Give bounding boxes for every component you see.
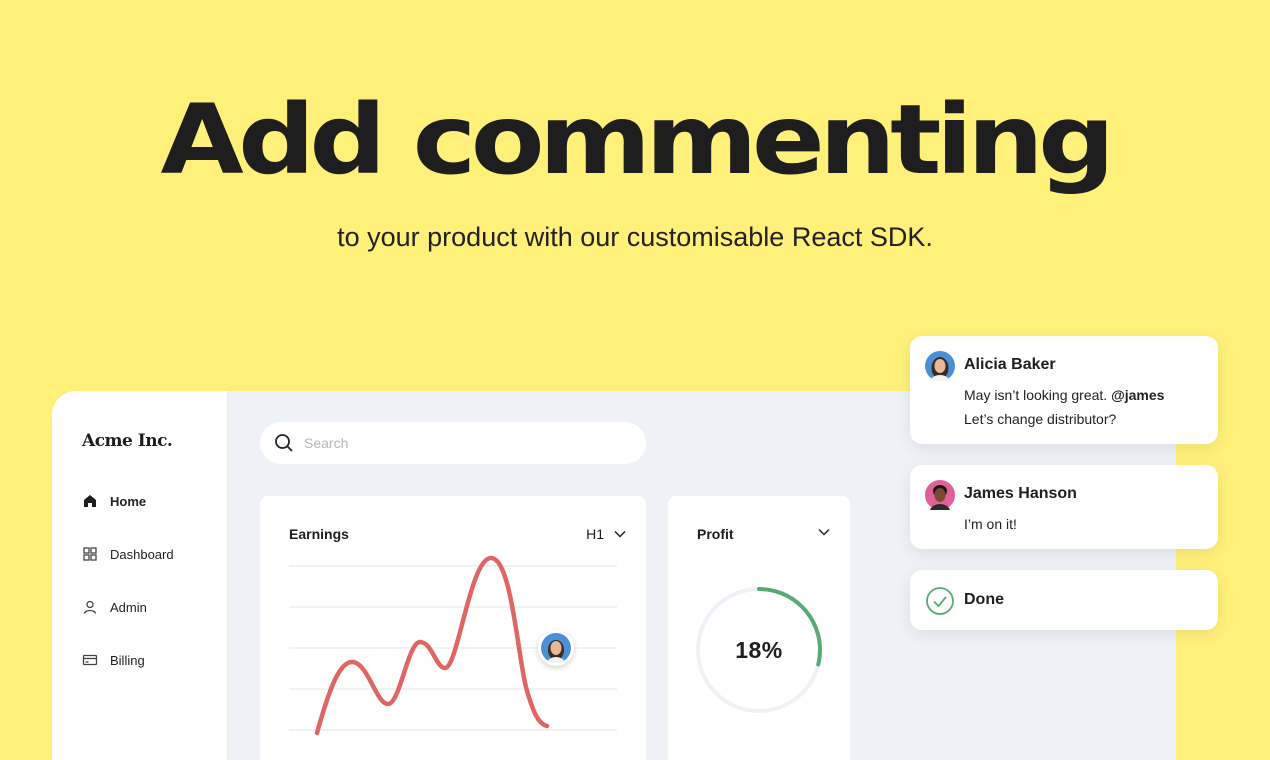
- profit-percent: 18%: [735, 636, 783, 663]
- card-icon: [82, 654, 98, 666]
- search-bar[interactable]: [260, 422, 646, 464]
- comment-text: I’m on it!: [964, 516, 1017, 532]
- sidebar-item-dashboard[interactable]: Dashboard: [82, 546, 174, 562]
- comment-card: James Hanson I’m on it!: [910, 465, 1218, 549]
- sidebar: Acme Inc. Home Dashboard Admin Billing: [52, 391, 228, 760]
- comment-card: Alicia Baker May isn’t looking great. @j…: [910, 336, 1218, 444]
- brand-logo: Acme Inc.: [82, 431, 173, 451]
- sidebar-item-billing[interactable]: Billing: [82, 652, 145, 668]
- home-icon: [84, 495, 96, 507]
- avatar: [925, 480, 955, 510]
- avatar: [541, 633, 571, 663]
- earnings-line: [314, 555, 550, 736]
- comment-text-part: May isn’t looking great.: [964, 387, 1112, 403]
- done-button[interactable]: Done: [910, 570, 1218, 630]
- search-input[interactable]: [304, 435, 604, 451]
- chevron-down-icon[interactable]: [818, 528, 830, 536]
- sidebar-item-admin[interactable]: Admin: [82, 599, 147, 615]
- grid-icon: [83, 547, 97, 561]
- comment-text-part: Let’s change distributor?: [964, 411, 1117, 427]
- sidebar-item-label: Admin: [110, 599, 147, 615]
- profit-title: Profit: [697, 526, 734, 542]
- user-icon: [83, 600, 97, 614]
- sidebar-item-label: Billing: [110, 652, 145, 668]
- earnings-card: Earnings H1: [260, 496, 646, 760]
- search-icon: [275, 434, 293, 452]
- sidebar-item-label: Home: [110, 493, 147, 509]
- hero-subtitle: to your product with our customisable Re…: [337, 222, 933, 252]
- done-label: Done: [964, 591, 1004, 608]
- earnings-chart: [289, 555, 617, 736]
- comment-author: Alicia Baker: [964, 356, 1056, 373]
- sidebar-item-home[interactable]: Home: [82, 493, 146, 509]
- hero-title: Add commenting: [160, 84, 1115, 196]
- mention-link[interactable]: @james: [1111, 387, 1164, 403]
- comment-author: James Hanson: [964, 485, 1077, 502]
- sidebar-item-label: Dashboard: [110, 546, 174, 562]
- comment-text: May isn’t looking great. @james Let’s ch…: [964, 383, 1164, 431]
- profit-card: Profit 18%: [668, 496, 850, 760]
- check-circle-icon: [926, 587, 954, 615]
- comment-pin-avatar[interactable]: [538, 630, 574, 666]
- avatar: [925, 351, 955, 381]
